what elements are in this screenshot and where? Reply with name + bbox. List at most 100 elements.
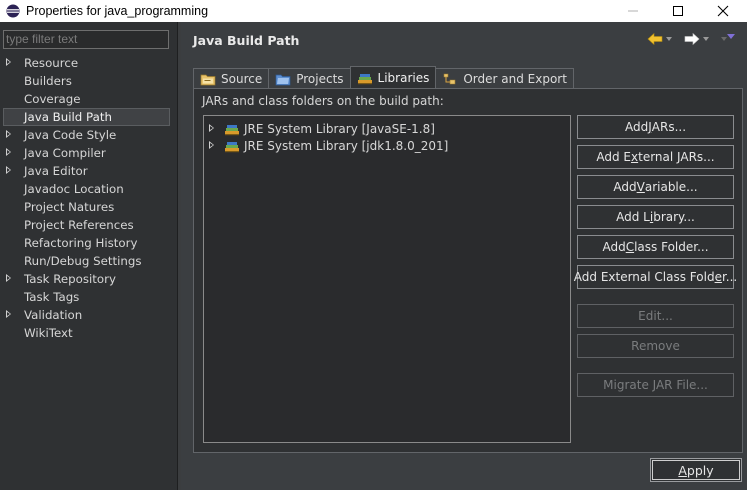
mnemonic: C	[625, 240, 635, 254]
sidebar-item-refactoring-history[interactable]: Refactoring History	[0, 234, 178, 252]
tab-label: Projects	[296, 71, 344, 86]
button-text: brary...	[653, 210, 695, 224]
close-button[interactable]	[700, 0, 746, 22]
tab-libraries[interactable]: Libraries	[349, 66, 437, 88]
button-text: ternal JARs...	[638, 150, 715, 164]
sidebar-item-coverage[interactable]: Coverage	[0, 90, 178, 108]
sidebar-item-label: Task Repository	[24, 272, 116, 286]
library-label: JRE System Library [JavaSE-1.8]	[244, 121, 435, 136]
remove-button[interactable]: Remove	[577, 334, 734, 358]
tab-label: Libraries	[377, 70, 430, 85]
filter-input[interactable]: type filter text	[3, 30, 169, 49]
tab-label: Order and Export	[463, 71, 567, 86]
libraries-tab-content: JARs and class folders on the build path…	[193, 88, 743, 453]
property-page: Java Build Path Source Projects Librarie…	[181, 22, 747, 490]
mnemonic: A	[678, 462, 687, 478]
button-text: lass Folder...	[634, 240, 709, 254]
expand-arrow-icon[interactable]	[6, 310, 11, 318]
add-class-folder-button[interactable]: Add Class Folder...	[577, 235, 734, 259]
expand-arrow-icon[interactable]	[6, 58, 11, 66]
add-library-button[interactable]: Add Li brary...	[577, 205, 734, 229]
sidebar-item-task-repository[interactable]: Task Repository	[0, 270, 178, 288]
sidebar-item-resource[interactable]: Resource	[0, 54, 178, 72]
apply-button[interactable]: Apply	[650, 458, 742, 482]
page-header: Java Build Path	[181, 22, 747, 60]
sidebar-tree: Resource Builders Coverage Java Build Path J…	[0, 54, 178, 342]
order-export-icon	[444, 73, 456, 84]
add-variable-button[interactable]: Add Variable...	[577, 175, 734, 199]
back-button[interactable]	[647, 32, 672, 46]
sidebar-item-project-references[interactable]: Project References	[0, 216, 178, 234]
button-text: pply	[686, 462, 714, 478]
add-external-class-folder-button[interactable]: Add External Class Fold e r...	[573, 265, 737, 289]
tab-projects[interactable]: Projects	[268, 68, 351, 88]
library-icon	[225, 142, 239, 153]
sidebar-item-label: Java Build Path	[24, 110, 112, 124]
sidebar-item-label: Coverage	[24, 92, 81, 106]
sidebar-item-label: Javadoc Location	[24, 182, 124, 196]
sidebar-item-java-code-style[interactable]: Java Code Style	[0, 126, 178, 144]
sidebar-item-label: Refactoring History	[24, 236, 138, 250]
eclipse-icon	[6, 4, 20, 18]
button-text: Add	[624, 120, 649, 134]
add-external-jars-button[interactable]: Add Ex ternal JARs...	[577, 145, 734, 169]
build-path-library-tree[interactable]: JRE System Library [JavaSE-1.8] JRE Syst…	[203, 115, 571, 443]
expand-arrow-icon[interactable]	[6, 148, 11, 156]
expand-arrow-icon[interactable]	[6, 274, 11, 282]
edit-button[interactable]: Edit...	[577, 304, 734, 328]
sidebar-item-label: Java Editor	[24, 164, 88, 178]
sidebar-item-label: Builders	[24, 74, 72, 88]
expand-arrow-icon[interactable]	[209, 124, 214, 132]
minimize-icon	[628, 10, 638, 12]
window-title: Properties for java_programming	[26, 4, 209, 18]
sidebar-item-java-editor[interactable]: Java Editor	[0, 162, 178, 180]
sidebar-item-task-tags[interactable]: Task Tags	[0, 288, 178, 306]
property-page-list: type filter text Resource Builders Coverag…	[0, 22, 178, 490]
sidebar-item-label: Run/Debug Settings	[24, 254, 142, 268]
chevron-down-icon	[666, 37, 672, 41]
close-icon	[717, 5, 729, 17]
button-text: Add External Class Fold	[573, 270, 715, 284]
expand-arrow-icon[interactable]	[209, 141, 214, 149]
sidebar-item-java-build-path[interactable]: Java Build Path	[3, 108, 170, 126]
forward-arrow-icon	[684, 32, 700, 46]
button-text: Add E	[596, 150, 632, 164]
expand-arrow-icon[interactable]	[6, 166, 11, 174]
tab-label: Source	[221, 71, 263, 86]
sidebar-item-builders[interactable]: Builders	[0, 72, 178, 90]
sidebar-item-java-compiler[interactable]: Java Compiler	[0, 144, 178, 162]
view-menu-button[interactable]	[726, 32, 736, 40]
sidebar-item-project-natures[interactable]: Project Natures	[0, 198, 178, 216]
sidebar-item-validation[interactable]: Validation	[0, 306, 178, 324]
tab-bar: Source Projects Libraries Order and Expo…	[193, 66, 574, 88]
button-text: Add L	[616, 210, 650, 224]
expand-arrow-icon[interactable]	[6, 130, 11, 138]
library-icon	[225, 125, 239, 136]
chevron-down-icon	[703, 37, 709, 41]
sidebar-item-wikitext[interactable]: WikiText	[0, 324, 178, 342]
title-bar: Properties for java_programming	[0, 0, 747, 22]
sidebar-item-label: Resource	[24, 56, 79, 70]
source-folder-icon	[200, 74, 216, 85]
back-arrow-icon	[647, 32, 663, 46]
page-title: Java Build Path	[193, 33, 300, 48]
sidebar-item-label: WikiText	[24, 326, 73, 340]
mnemonic: x	[631, 150, 639, 164]
tab-source[interactable]: Source	[193, 68, 270, 88]
add-jars-button[interactable]: Add J ARs...	[577, 115, 734, 139]
tab-order-and-export[interactable]: Order and Export	[435, 68, 574, 88]
maximize-button[interactable]	[655, 0, 701, 22]
button-text: ariable...	[644, 180, 698, 194]
projects-icon	[275, 74, 291, 85]
minimize-button[interactable]	[610, 0, 656, 22]
forward-button[interactable]	[684, 32, 727, 46]
sidebar-item-javadoc-location[interactable]: Javadoc Location	[0, 180, 178, 198]
button-text: Add	[602, 240, 626, 254]
mnemonic: e	[714, 270, 722, 284]
sidebar-item-label: Validation	[24, 308, 83, 322]
mnemonic: V	[636, 180, 645, 194]
sidebar-item-label: Project References	[24, 218, 134, 232]
maximize-icon	[673, 6, 683, 16]
sidebar-item-run-debug-settings[interactable]: Run/Debug Settings	[0, 252, 178, 270]
migrate-jar-button[interactable]: Migrate JAR File...	[577, 373, 734, 397]
